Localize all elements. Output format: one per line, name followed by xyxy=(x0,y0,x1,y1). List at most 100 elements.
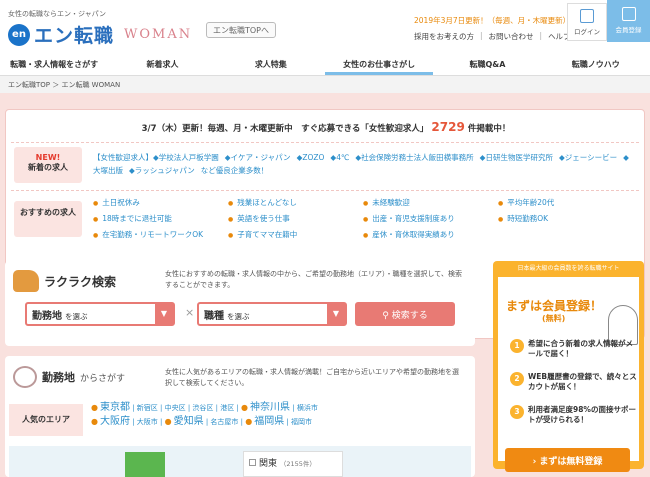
logo-text: エン転職 xyxy=(34,25,115,47)
number-badge: 3 xyxy=(510,405,524,419)
benefit-point: 1 希望に合う新着の求人情報がメールで届く！ xyxy=(510,339,639,359)
rec-item[interactable]: 在宅勤務・リモートワークOK xyxy=(93,229,228,240)
number-badge: 1 xyxy=(510,339,524,353)
rec-item[interactable]: 18時までに退社可能 xyxy=(93,213,228,224)
area-search-panel: 勤務地 からさがす 女性に人気があるエリアの転職・求人情報が満載！ご自宅から近い… xyxy=(5,356,475,477)
map-region-shape[interactable] xyxy=(125,452,165,477)
rec-item[interactable]: 出産・育児支援制度あり xyxy=(363,213,498,224)
rec-item[interactable]: 産休・育休取得実績あり xyxy=(363,229,498,240)
benefit-point: 3 利用者満足度98%の面接サポートが受けられる！ xyxy=(510,405,639,425)
area-link[interactable]: 東京都 xyxy=(100,402,130,413)
new-job-link[interactable]: ◆ZOZO xyxy=(297,153,325,162)
region-checkbox-kanto[interactable]: 関東 （2155件） xyxy=(243,451,343,477)
nav-item-search[interactable]: 転職・求人情報をさがす xyxy=(0,53,108,75)
area-link[interactable]: 神奈川県 xyxy=(250,402,290,413)
header-links: 採用をお考えの方 | お問い合わせ | ヘルプ xyxy=(414,31,571,42)
register-label: 会員登録 xyxy=(615,26,642,34)
job-select-label: 職種 xyxy=(204,311,224,322)
area-search-title: 勤務地 からさがす xyxy=(13,366,125,388)
new-job-link[interactable]: ◆日研生物医学研究所 xyxy=(480,153,553,162)
login-label: ログイン xyxy=(574,28,600,36)
area-select-hint: を選ぶ xyxy=(65,312,88,321)
quick-search-heading: ラクラク検索 xyxy=(44,274,117,289)
search-button-label: 検索する xyxy=(391,311,428,321)
pin-icon: ● xyxy=(91,403,98,412)
main-content: 3/7（木）更新！毎週、月・木曜更新中 すぐ応募できる「女性歓迎求人」 2729 件… xyxy=(0,93,650,477)
main-nav: 転職・求人情報をさがす 新着求人 求人特集 女性のお仕事さがし 転職Q&A 転職… xyxy=(0,53,650,76)
rec-item[interactable]: 子育てママ在籍中 xyxy=(228,229,363,240)
new-job-link[interactable]: ◆イケア・ジャパン xyxy=(225,153,291,162)
logo-sub: WOMAN xyxy=(124,27,193,42)
rec-item[interactable]: 残業ほとんどなし xyxy=(228,197,363,208)
area-link[interactable]: 福岡県 xyxy=(254,416,284,427)
register-promo-header: 日本最大級の会員数を誇る転職サイト xyxy=(517,265,620,272)
quick-search-panel: ラクラク検索 女性におすすめの転職・求人情報の中から、ご希望の勤務地（エリア）・… xyxy=(5,261,475,346)
nav-item-women[interactable]: 女性のお仕事さがし xyxy=(324,53,434,75)
job-count: 2729 xyxy=(431,120,465,134)
rec-item[interactable]: 英語を使う仕事 xyxy=(228,213,363,224)
rec-item[interactable]: 土日祝休み xyxy=(93,197,228,208)
benefit-text: 希望に合う新着の求人情報がメールで届く！ xyxy=(528,339,633,358)
popular-line-1: ● 東京都 | 新宿区 | 中央区 | 渋谷区 | 港区 | ● 神奈川県 | 横浜… xyxy=(91,402,318,413)
pin-icon: ● xyxy=(241,403,249,412)
register-button[interactable]: 会員登録 xyxy=(607,0,650,42)
new-job-link[interactable]: など優良企業多数！ xyxy=(201,166,269,175)
new-job-link[interactable]: ◆4℃ xyxy=(330,153,349,162)
area-search-heading: 勤務地 xyxy=(42,371,75,384)
free-register-button[interactable]: › まずは無料登録 xyxy=(505,448,630,472)
rec-item[interactable]: 平均年齢20代 xyxy=(498,197,633,208)
times-sign: × xyxy=(185,306,195,319)
link-contact[interactable]: お問い合わせ xyxy=(489,31,534,42)
area-link[interactable]: 大阪府 xyxy=(100,416,130,427)
area-link[interactable]: 新宿区 xyxy=(137,404,158,412)
area-link[interactable]: 港区 xyxy=(220,404,234,412)
dog-icon xyxy=(13,270,39,292)
new-badge: NEW! xyxy=(35,153,61,162)
quick-search-description: 女性におすすめの転職・求人情報の中から、ご希望の勤務地（エリア）・職種を選択して… xyxy=(165,270,462,289)
register-promo-free: (無料) xyxy=(542,314,566,323)
quick-search-title: ラクラク検索 xyxy=(13,270,116,292)
area-link[interactable]: 名古屋市 xyxy=(210,418,238,426)
count-prefix: 3/7（木）更新！毎週、月・木曜更新中 すぐ応募できる「女性歓迎求人」 xyxy=(141,124,429,134)
area-link[interactable]: 中央区 xyxy=(165,404,186,412)
checkbox[interactable] xyxy=(249,459,256,466)
area-link[interactable]: 愛知県 xyxy=(174,416,204,427)
new-job-link[interactable]: ◆ジェーシービー xyxy=(559,153,617,162)
top-link[interactable]: エン転職TOPへ xyxy=(206,22,277,38)
link-recruiter[interactable]: 採用をお考えの方 xyxy=(414,31,474,42)
area-select[interactable]: 勤務地 を選ぶ ▼ xyxy=(25,302,175,326)
number-badge: 2 xyxy=(510,372,524,386)
map-icon xyxy=(13,366,37,388)
benefit-text: 利用者満足度98%の面接サポートが受けられる！ xyxy=(528,405,636,424)
rec-item[interactable]: 時短勤務OK xyxy=(498,213,633,224)
job-select-hint: を選ぶ xyxy=(227,312,250,321)
search-button[interactable]: ⚲ 検索する xyxy=(355,302,455,326)
benefit-text: WEB履歴書の登録で、続々とスカウトが届く！ xyxy=(528,372,637,391)
area-link[interactable]: 渋谷区 xyxy=(192,404,213,412)
area-link[interactable]: 横浜市 xyxy=(297,404,318,412)
search-icon: ⚲ xyxy=(382,311,392,321)
nav-item-knowhow[interactable]: 転職ノウハウ xyxy=(542,53,650,75)
register-promo-inner: まずは会員登録！ (無料) 1 希望に合う新着の求人情報がメールで届く！ 2 WEB… xyxy=(498,277,639,472)
recommended-links: 土日祝休み 残業ほとんどなし 未経験歓迎 平均年齢20代 18時までに退社可能 … xyxy=(93,197,633,240)
area-link[interactable]: 大阪市 xyxy=(137,418,158,426)
new-jobs-row: NEW! 新着の求人 【女性歓迎求人】◆学校法人戸板学園 ◆イケア・ジャパン ◆ZO… xyxy=(11,142,639,186)
recommended-label: おすすめの求人 xyxy=(14,201,82,237)
new-jobs-label: NEW! 新着の求人 xyxy=(14,147,82,183)
new-job-link[interactable]: ◆ラッシュジャパン xyxy=(129,166,195,175)
site-header: 女性の転職ならエン・ジャパン en エン転職 WOMAN エン転職TOPへ 20… xyxy=(0,0,650,53)
login-button[interactable]: ログイン xyxy=(567,3,607,41)
area-select-label: 勤務地 xyxy=(32,311,62,322)
nav-item-new[interactable]: 新着求人 xyxy=(108,53,216,75)
separator: | xyxy=(480,31,483,40)
job-select[interactable]: 職種 を選ぶ ▼ xyxy=(197,302,347,326)
new-job-link[interactable]: 【女性歓迎求人】◆学校法人戸板学園 xyxy=(93,153,219,162)
area-link[interactable]: 福岡市 xyxy=(291,418,312,426)
rec-item[interactable]: 未経験歓迎 xyxy=(363,197,498,208)
new-job-link[interactable]: ◆社会保険労務士法人飯田横事務所 xyxy=(355,153,473,162)
login-icon xyxy=(580,9,594,23)
count-suffix: 件掲載中！ xyxy=(467,124,511,134)
nav-item-feature[interactable]: 求人特集 xyxy=(217,53,325,75)
nav-item-qa[interactable]: 転職Q&A xyxy=(433,53,541,75)
site-logo[interactable]: en エン転職 WOMAN xyxy=(8,21,192,48)
